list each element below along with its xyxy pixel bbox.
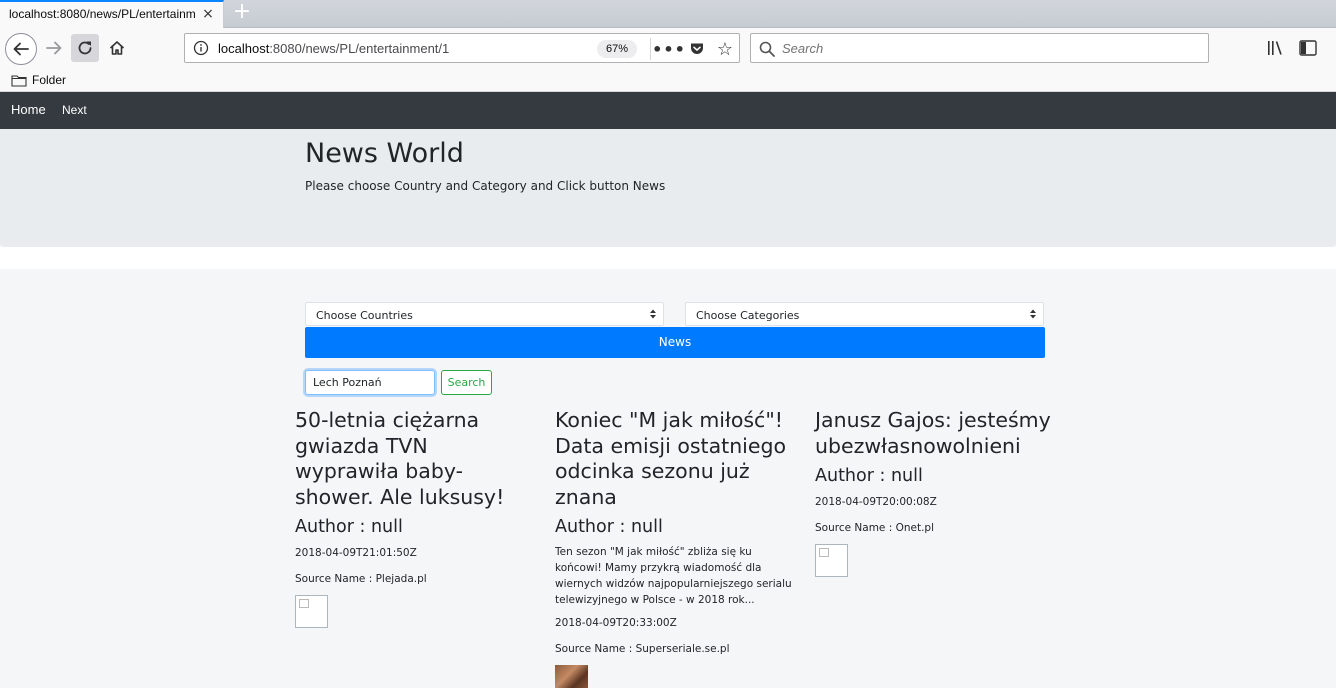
news-button[interactable]: News xyxy=(305,327,1045,358)
jumbotron: News World Please choose Country and Cat… xyxy=(0,129,1336,247)
article-author: Author : null xyxy=(815,466,923,486)
pocket-icon[interactable] xyxy=(687,39,707,59)
article-source: Source Name : Plejada.pl xyxy=(295,573,427,585)
url-path: :8080/news/PL/entertainment/1 xyxy=(269,41,450,56)
info-icon[interactable] xyxy=(193,40,209,56)
browser-tab[interactable]: localhost:8080/news/PL/entertainment/1 × xyxy=(0,0,224,28)
countries-select-value: Choose Countries xyxy=(316,309,413,322)
article-image xyxy=(555,665,588,688)
broken-image-icon xyxy=(299,599,309,608)
arrow-left-icon xyxy=(13,42,29,56)
url-bar[interactable]: localhost:8080/news/PL/entertainment/1 6… xyxy=(184,33,740,63)
url-text[interactable]: localhost:8080/news/PL/entertainment/1 xyxy=(218,41,449,56)
article-date: 2018-04-09T21:01:50Z xyxy=(295,547,417,559)
select-arrows-icon xyxy=(1030,309,1036,319)
home-button[interactable] xyxy=(103,34,131,62)
news-search-input[interactable] xyxy=(305,370,435,395)
folder-icon xyxy=(11,74,27,87)
article-image xyxy=(295,595,328,628)
sidebar-toggle-icon[interactable] xyxy=(1299,40,1317,56)
library-icon[interactable] xyxy=(1267,40,1285,56)
broken-image-icon xyxy=(819,548,829,557)
countries-select[interactable]: Choose Countries xyxy=(305,302,664,326)
home-icon xyxy=(109,41,125,55)
article-card: Koniec "M jak miłość"! Data emisji ostat… xyxy=(555,408,795,688)
search-bar[interactable]: Search xyxy=(750,33,1209,63)
page-title: News World xyxy=(305,138,464,169)
nav-link-home[interactable]: Home xyxy=(11,102,46,117)
article-source: Source Name : Onet.pl xyxy=(815,522,935,534)
bookmark-folder[interactable]: Folder xyxy=(11,71,66,89)
forward-button[interactable] xyxy=(40,34,68,62)
article-description: Ten sezon "M jak miłość" zbliża się ku k… xyxy=(555,546,792,606)
news-search-button[interactable]: Search xyxy=(441,370,492,395)
section-divider xyxy=(0,247,1336,269)
article-source: Source Name : Superseriale.se.pl xyxy=(555,643,730,655)
article-card: 50-letnia ciężarna gwiazda TVN wyprawiła… xyxy=(295,408,535,628)
url-separator xyxy=(650,38,651,60)
bookmark-star-icon[interactable]: ☆ xyxy=(715,39,735,60)
article-title[interactable]: Koniec "M jak miłość"! Data emisji ostat… xyxy=(555,408,795,510)
tab-title: localhost:8080/news/PL/entertainment/1 xyxy=(9,7,195,21)
arrow-right-icon xyxy=(46,41,62,55)
article-card: Janusz Gajos: jesteśmy ubezwłasnowolnien… xyxy=(815,408,1055,577)
reload-button[interactable] xyxy=(71,34,99,62)
reload-icon xyxy=(78,41,92,55)
page-content: Home Next News World Please choose Count… xyxy=(0,92,1336,688)
article-date: 2018-04-09T20:00:08Z xyxy=(815,496,937,508)
browser-toolbar: localhost:8080/news/PL/entertainment/1 6… xyxy=(0,28,1336,68)
bookmarks-toolbar: Folder xyxy=(0,68,1336,92)
back-button[interactable] xyxy=(5,33,37,65)
search-icon xyxy=(759,41,775,57)
tab-strip: localhost:8080/news/PL/entertainment/1 ×… xyxy=(0,0,1336,28)
new-tab-button[interactable]: + xyxy=(232,1,252,23)
article-date: 2018-04-09T20:33:00Z xyxy=(555,617,677,629)
article-author: Author : null xyxy=(555,517,663,537)
article-image xyxy=(815,544,848,577)
categories-select[interactable]: Choose Categories xyxy=(685,302,1044,326)
site-navbar: Home Next xyxy=(0,92,1336,129)
search-bar-placeholder: Search xyxy=(782,41,824,56)
nav-link-next[interactable]: Next xyxy=(62,103,87,117)
more-actions-icon[interactable]: ••• xyxy=(652,39,685,59)
article-author: Author : null xyxy=(295,517,403,537)
categories-select-value: Choose Categories xyxy=(696,309,800,322)
article-title[interactable]: 50-letnia ciężarna gwiazda TVN wyprawiła… xyxy=(295,408,535,510)
url-host: localhost xyxy=(218,41,270,56)
tab-close-icon[interactable]: × xyxy=(200,5,216,23)
select-arrows-icon xyxy=(650,309,656,319)
article-title[interactable]: Janusz Gajos: jesteśmy ubezwłasnowolnien… xyxy=(815,408,1055,459)
pocket-glyph xyxy=(691,43,703,54)
bookmark-folder-label: Folder xyxy=(32,73,67,87)
zoom-level-button[interactable]: 67% xyxy=(597,40,637,58)
page-lead: Please choose Country and Category and C… xyxy=(305,179,666,193)
